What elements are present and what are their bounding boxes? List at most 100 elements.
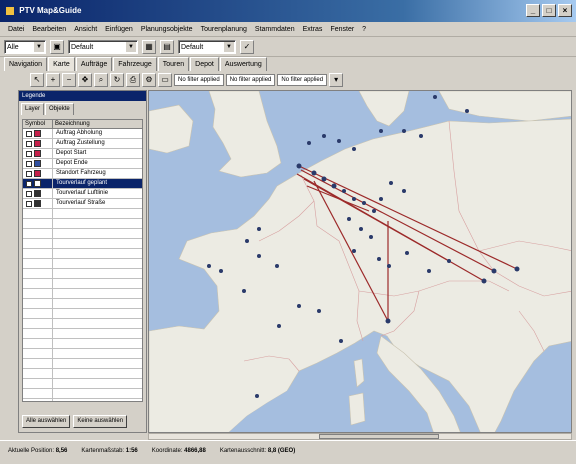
column-header-name[interactable]: Bezeichnung [53,120,142,128]
location-marker[interactable] [379,197,383,201]
menu-item[interactable]: Stammdaten [251,26,299,33]
print-icon[interactable]: ⎙ [126,73,140,87]
location-marker[interactable] [387,264,391,268]
main-tab[interactable]: Karte [48,57,75,71]
location-marker[interactable] [339,339,343,343]
visibility-checkbox[interactable] [26,200,32,207]
menu-item[interactable]: Ansicht [70,26,101,33]
location-marker[interactable] [321,176,327,182]
select-all-button[interactable]: Alle auswählen [22,415,71,428]
close-button[interactable]: × [558,4,572,17]
legend-row[interactable]: Tourverlauf Straße [23,199,142,209]
settings-icon[interactable]: ⚙ [142,73,156,87]
tab-objects[interactable]: Objekte [45,103,74,115]
visibility-checkbox[interactable] [26,130,32,137]
refresh-icon[interactable]: ↻ [110,73,124,87]
menu-item[interactable]: ? [358,26,370,33]
zoom-in-icon[interactable]: + [46,73,60,87]
location-marker[interactable] [385,318,391,324]
map-horizontal-scrollbar[interactable] [148,433,572,440]
main-tab[interactable]: Aufträge [75,57,113,71]
location-marker[interactable] [402,129,406,133]
location-marker[interactable] [207,264,211,268]
legend-row[interactable]: Auftrag Zustellung [23,139,142,149]
main-tab[interactable]: Touren [157,57,190,71]
location-marker[interactable] [447,259,451,263]
layout-select[interactable]: Default ▼ [178,40,236,54]
location-marker[interactable] [372,209,376,213]
location-marker[interactable] [317,309,321,313]
minimize-button[interactable]: _ [526,4,540,17]
location-marker[interactable] [242,289,246,293]
location-marker[interactable] [433,95,437,99]
menu-item[interactable]: Tourenplanung [197,26,251,33]
location-marker[interactable] [514,266,520,272]
menu-item[interactable]: Einfügen [101,26,137,33]
pan-icon[interactable]: ✥ [78,73,92,87]
column-header-symbol[interactable]: Symbol [23,120,53,128]
main-tab[interactable]: Depot [190,57,219,71]
location-marker[interactable] [427,269,431,273]
visibility-checkbox[interactable] [26,160,32,167]
legend-row[interactable]: Tourverlauf Luftlinie [23,189,142,199]
map-view[interactable] [148,90,572,433]
grid-icon[interactable]: ▦ [142,40,156,54]
location-marker[interactable] [402,189,406,193]
location-marker[interactable] [481,278,487,284]
profile-select[interactable]: Default ▼ [68,40,138,54]
visibility-checkbox[interactable] [26,140,32,147]
location-marker[interactable] [245,239,249,243]
visibility-checkbox[interactable] [26,170,32,177]
location-marker[interactable] [322,134,326,138]
location-marker[interactable] [337,139,341,143]
chevron-down-icon[interactable]: ▾ [329,73,344,87]
legend-row[interactable]: Depot Start [23,149,142,159]
tab-layer[interactable]: Layer [21,103,45,115]
maximize-button[interactable]: □ [542,4,556,17]
filter-2[interactable]: No filter applied [225,74,276,86]
location-marker[interactable] [219,269,223,273]
table-icon[interactable]: ▤ [160,40,174,54]
zoom-out-icon[interactable]: − [62,73,76,87]
location-marker[interactable] [347,217,351,221]
location-marker[interactable] [307,141,311,145]
main-tab[interactable]: Fahrzeuge [113,57,157,71]
menu-item[interactable]: Fenster [326,26,358,33]
location-marker[interactable] [352,249,356,253]
menu-item[interactable]: Planungsobjekte [137,26,197,33]
legend-row[interactable]: Standort Fahrzeug [23,169,142,179]
legend-row[interactable]: Auftrag Abholung [23,129,142,139]
visibility-checkbox[interactable] [26,150,32,157]
save-icon[interactable]: ▣ [50,40,64,54]
location-marker[interactable] [369,235,373,239]
location-marker[interactable] [277,324,281,328]
folder-icon[interactable]: ▭ [158,73,172,87]
location-marker[interactable] [389,181,393,185]
scrollbar-thumb[interactable] [319,434,439,439]
visibility-checkbox[interactable] [26,190,32,197]
location-marker[interactable] [296,163,302,169]
select-none-button[interactable]: Keine auswählen [73,415,128,428]
apply-icon[interactable]: ✓ [240,40,254,54]
location-marker[interactable] [342,189,346,193]
location-marker[interactable] [377,257,381,261]
filter-3[interactable]: No filter applied [277,74,328,86]
main-tab[interactable]: Navigation [4,57,48,71]
menu-item[interactable]: Datei [4,26,28,33]
location-marker[interactable] [352,197,356,201]
main-tab[interactable]: Auswertung [219,57,267,71]
legend-row[interactable]: Tourverlauf geplant [23,179,142,189]
scope-select[interactable]: Alle ▼ [4,40,46,54]
location-marker[interactable] [331,183,337,189]
location-marker[interactable] [311,170,317,176]
map-canvas[interactable] [149,91,572,433]
location-marker[interactable] [257,254,261,258]
location-marker[interactable] [362,201,366,205]
visibility-checkbox[interactable] [26,180,32,187]
location-marker[interactable] [465,109,469,113]
location-marker[interactable] [491,268,497,274]
location-marker[interactable] [297,304,301,308]
search-icon[interactable]: ⌕ [94,73,108,87]
legend-row[interactable]: Depot Ende [23,159,142,169]
location-marker[interactable] [255,394,259,398]
